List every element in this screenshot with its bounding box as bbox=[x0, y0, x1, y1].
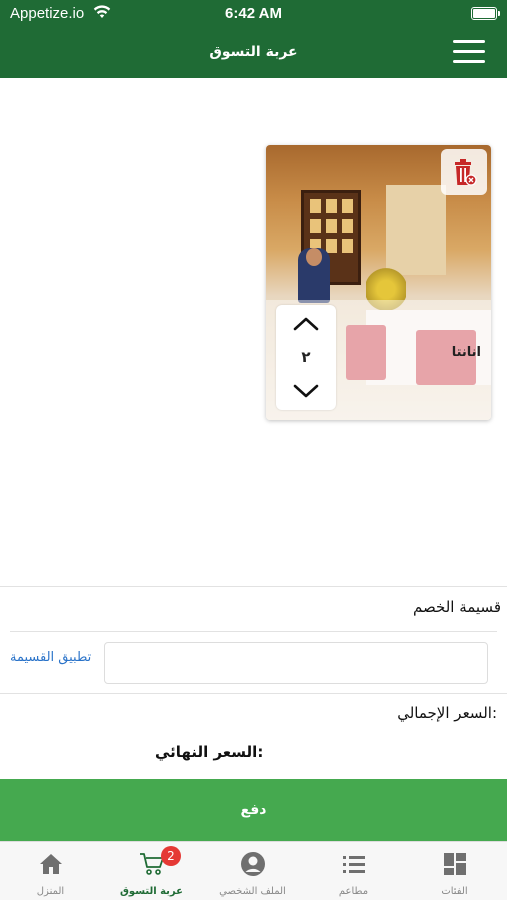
apply-coupon-link[interactable]: تطبيق القسيمة bbox=[10, 650, 91, 665]
menu-button[interactable] bbox=[453, 40, 485, 64]
hamburger-icon bbox=[453, 40, 485, 43]
tab-profile[interactable]: الملف الشخصي bbox=[202, 842, 303, 901]
battery-icon bbox=[471, 7, 500, 20]
divider bbox=[10, 631, 497, 632]
tab-categories[interactable]: الفئات bbox=[404, 842, 505, 901]
cart-item-card: ٢ انانتا bbox=[266, 145, 491, 420]
chevron-down-icon bbox=[293, 384, 319, 398]
coupon-label: قسيمة الخصم bbox=[413, 598, 501, 616]
profile-icon bbox=[241, 852, 265, 876]
home-icon bbox=[40, 854, 62, 874]
coupon-input[interactable] bbox=[104, 642, 488, 684]
tab-restaurants[interactable]: مطاعم bbox=[303, 842, 404, 901]
quantity-stepper: ٢ bbox=[276, 305, 336, 410]
tab-label: عربة التسوق bbox=[119, 886, 183, 897]
quantity-value: ٢ bbox=[301, 348, 311, 366]
chevron-up-icon bbox=[293, 317, 319, 331]
tab-cart[interactable]: 2 عربة التسوق bbox=[101, 842, 202, 901]
decrease-quantity-button[interactable] bbox=[276, 378, 336, 406]
divider bbox=[0, 693, 507, 694]
tab-label: الفئات bbox=[441, 886, 468, 897]
total-price-label: السعر الإجمالي: bbox=[397, 704, 497, 722]
app-header: عربة التسوق bbox=[0, 28, 507, 78]
list-icon bbox=[343, 856, 365, 873]
increase-quantity-button[interactable] bbox=[276, 309, 336, 337]
divider bbox=[0, 586, 507, 587]
page-title: عربة التسوق bbox=[209, 44, 298, 60]
tab-bar: المنزل 2 عربة التسوق الملف الشخصي مطاعم bbox=[0, 841, 507, 900]
delete-item-button[interactable] bbox=[441, 149, 487, 195]
tab-label: المنزل bbox=[36, 886, 65, 897]
clock: 6:42 AM bbox=[225, 5, 282, 22]
item-name: انانتا bbox=[451, 345, 481, 360]
tab-home[interactable]: المنزل bbox=[0, 842, 101, 901]
final-price-label: السعر النهائي: bbox=[155, 743, 264, 761]
status-bar: Appetize.io 6:42 AM bbox=[0, 0, 507, 28]
tab-label: مطاعم bbox=[338, 886, 369, 897]
cart-count-badge: 2 bbox=[161, 846, 181, 866]
trash-icon bbox=[455, 159, 477, 186]
grid-icon bbox=[444, 853, 466, 875]
tab-label: الملف الشخصي bbox=[219, 886, 286, 897]
pay-button[interactable]: دفع bbox=[0, 779, 507, 841]
